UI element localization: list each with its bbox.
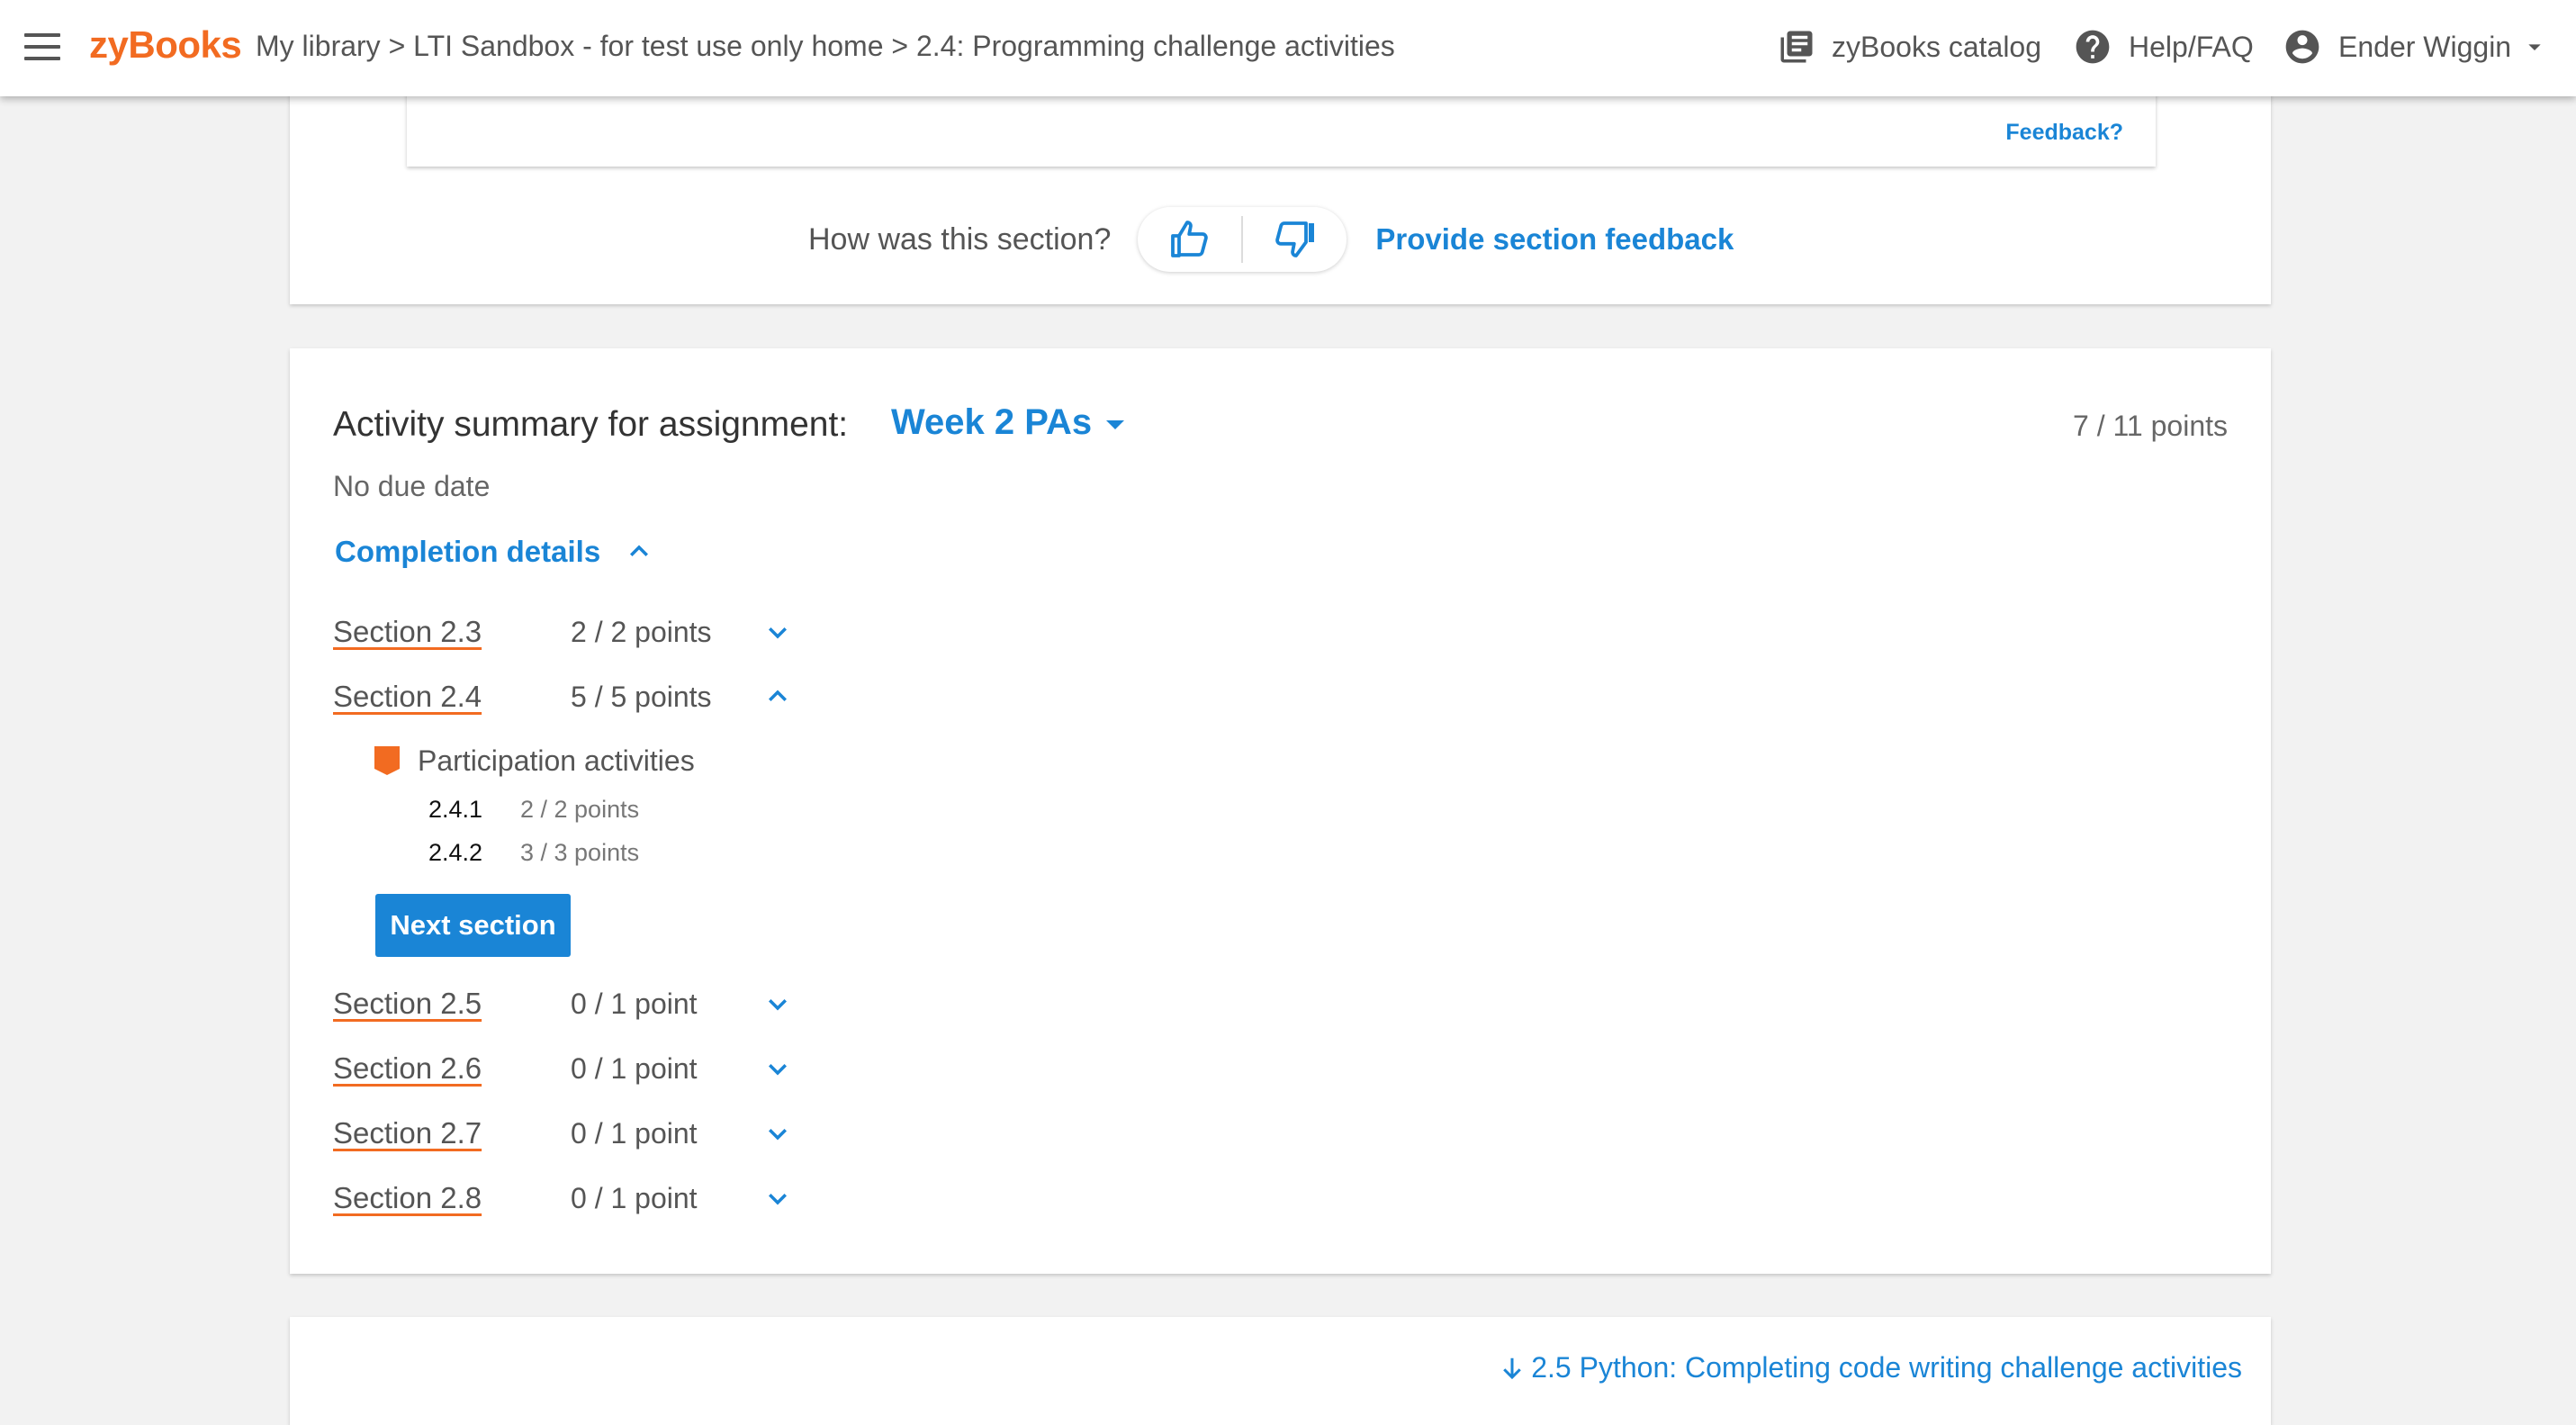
breadcrumb-book-home[interactable]: LTI Sandbox - for test use only home (413, 30, 883, 62)
user-menu[interactable]: Ender Wiggin (2283, 25, 2549, 68)
section-points: 0 / 1 point (571, 1181, 698, 1214)
section-row: Section 2.7 0 / 1 point (333, 1112, 796, 1155)
top-app-bar: zyBooks My library > LTI Sandbox - for t… (0, 0, 2576, 96)
hamburger-menu-icon[interactable] (24, 33, 60, 60)
section-points: 0 / 1 point (571, 1051, 698, 1085)
activity-feedback-link[interactable]: Feedback? (2005, 120, 2123, 146)
section-points: 5 / 5 points (571, 680, 712, 713)
user-name: Ender Wiggin (2338, 30, 2512, 63)
section-link[interactable]: Section 2.7 (333, 1116, 571, 1150)
section-content-card: Feedback? How was this section? Provide … (290, 63, 2271, 304)
arrow-down-icon (1503, 1357, 1522, 1379)
section-row: Section 2.3 2 / 2 points (333, 610, 796, 654)
zybooks-logo[interactable]: zyBooks (89, 23, 242, 67)
hamburger-line (24, 57, 60, 60)
breadcrumb-current-section: 2.4: Programming challenge activities (915, 30, 1395, 62)
activity-group-header: Participation activities (374, 743, 695, 779)
rating-question: How was this section? (808, 221, 1112, 257)
due-date: No due date (333, 470, 491, 502)
activity-points: 2 / 2 points (520, 795, 640, 823)
expand-section-button[interactable] (760, 614, 796, 650)
activity-summary-card: Activity summary for assignment: Week 2 … (290, 348, 2271, 1274)
section-link[interactable]: Section 2.6 (333, 1051, 571, 1086)
section-row: Section 2.6 0 / 1 point (333, 1047, 796, 1090)
expand-section-button[interactable] (760, 1051, 796, 1087)
chevron-down-icon (769, 1129, 787, 1141)
section-link[interactable]: Section 2.8 (333, 1181, 571, 1215)
completion-details-toggle[interactable]: Completion details (335, 535, 653, 569)
catalog-icon (1780, 31, 1813, 63)
collapse-section-button[interactable] (760, 679, 796, 715)
expand-section-button[interactable] (760, 986, 796, 1022)
summary-title: Activity summary for assignment: (333, 405, 849, 444)
breadcrumb-separator: > (891, 30, 909, 62)
chevron-down-icon (769, 999, 787, 1011)
thumbs-down-icon (1275, 221, 1314, 257)
expand-section-button[interactable] (760, 1115, 796, 1151)
hamburger-line (24, 45, 60, 49)
section-link[interactable]: Section 2.4 (333, 680, 571, 714)
rating-buttons (1138, 207, 1347, 272)
dropdown-caret-icon (1106, 419, 1125, 429)
completion-details-label: Completion details (335, 535, 601, 568)
help-label: Help/FAQ (2129, 30, 2254, 63)
help-faq-link[interactable]: Help/FAQ (2073, 25, 2254, 68)
section-row: Section 2.4 5 / 5 points (333, 675, 796, 718)
chevron-down-icon (769, 1064, 787, 1076)
next-section-nav-card: 2.5 Python: Completing code writing chal… (290, 1317, 2271, 1425)
thumbs-up-button[interactable] (1138, 207, 1241, 272)
thumbs-down-button[interactable] (1243, 207, 1347, 272)
catalog-label: zyBooks catalog (1832, 30, 2042, 63)
chevron-up-icon (630, 545, 649, 556)
help-icon (2076, 30, 2110, 64)
provide-section-feedback-link[interactable]: Provide section feedback (1375, 222, 1734, 257)
expand-section-button[interactable] (760, 1180, 796, 1216)
section-points: 0 / 1 point (571, 987, 698, 1020)
assignment-total-points: 7 / 11 points (2073, 410, 2228, 442)
next-section-button[interactable]: Next section (375, 894, 571, 957)
activity-item: 2.4.2 3 / 3 points (374, 836, 639, 869)
section-link[interactable]: Section 2.5 (333, 987, 571, 1021)
next-section-link[interactable]: 2.5 Python: Completing code writing chal… (1499, 1351, 2242, 1384)
section-rating: How was this section? Provide section fe… (808, 205, 1734, 274)
assignment-name: Week 2 PAs (891, 402, 1093, 442)
hamburger-line (24, 33, 60, 37)
zybooks-catalog-link[interactable]: zyBooks catalog (1778, 25, 2041, 68)
activity-item: 2.4.1 2 / 2 points (374, 793, 639, 825)
chevron-down-icon (769, 627, 787, 639)
breadcrumb-my-library[interactable]: My library (256, 30, 381, 62)
next-section-label: 2.5 Python: Completing code writing chal… (1531, 1351, 2242, 1384)
activity-number[interactable]: 2.4.1 (374, 796, 520, 824)
dropdown-caret-icon (2528, 44, 2541, 50)
chevron-up-icon (769, 690, 787, 701)
activity-points: 3 / 3 points (520, 838, 640, 866)
chevron-down-icon (769, 1194, 787, 1205)
assignment-dropdown[interactable]: Week 2 PAs (891, 402, 1125, 443)
section-points: 2 / 2 points (571, 615, 712, 648)
section-points: 0 / 1 point (571, 1116, 698, 1150)
activity-group-label: Participation activities (418, 744, 695, 777)
section-link[interactable]: Section 2.3 (333, 615, 571, 649)
breadcrumb-separator: > (388, 30, 406, 62)
breadcrumb: My library > LTI Sandbox - for test use … (256, 30, 1395, 63)
activity-number[interactable]: 2.4.2 (374, 839, 520, 867)
thumbs-up-icon (1170, 221, 1208, 257)
participation-activities-group: Participation activities 2.4.1 2 / 2 poi… (374, 743, 695, 866)
section-row: Section 2.5 0 / 1 point (333, 982, 796, 1025)
account-icon (2285, 30, 2319, 64)
section-row: Section 2.8 0 / 1 point (333, 1177, 796, 1220)
participation-activity-icon (374, 746, 400, 775)
